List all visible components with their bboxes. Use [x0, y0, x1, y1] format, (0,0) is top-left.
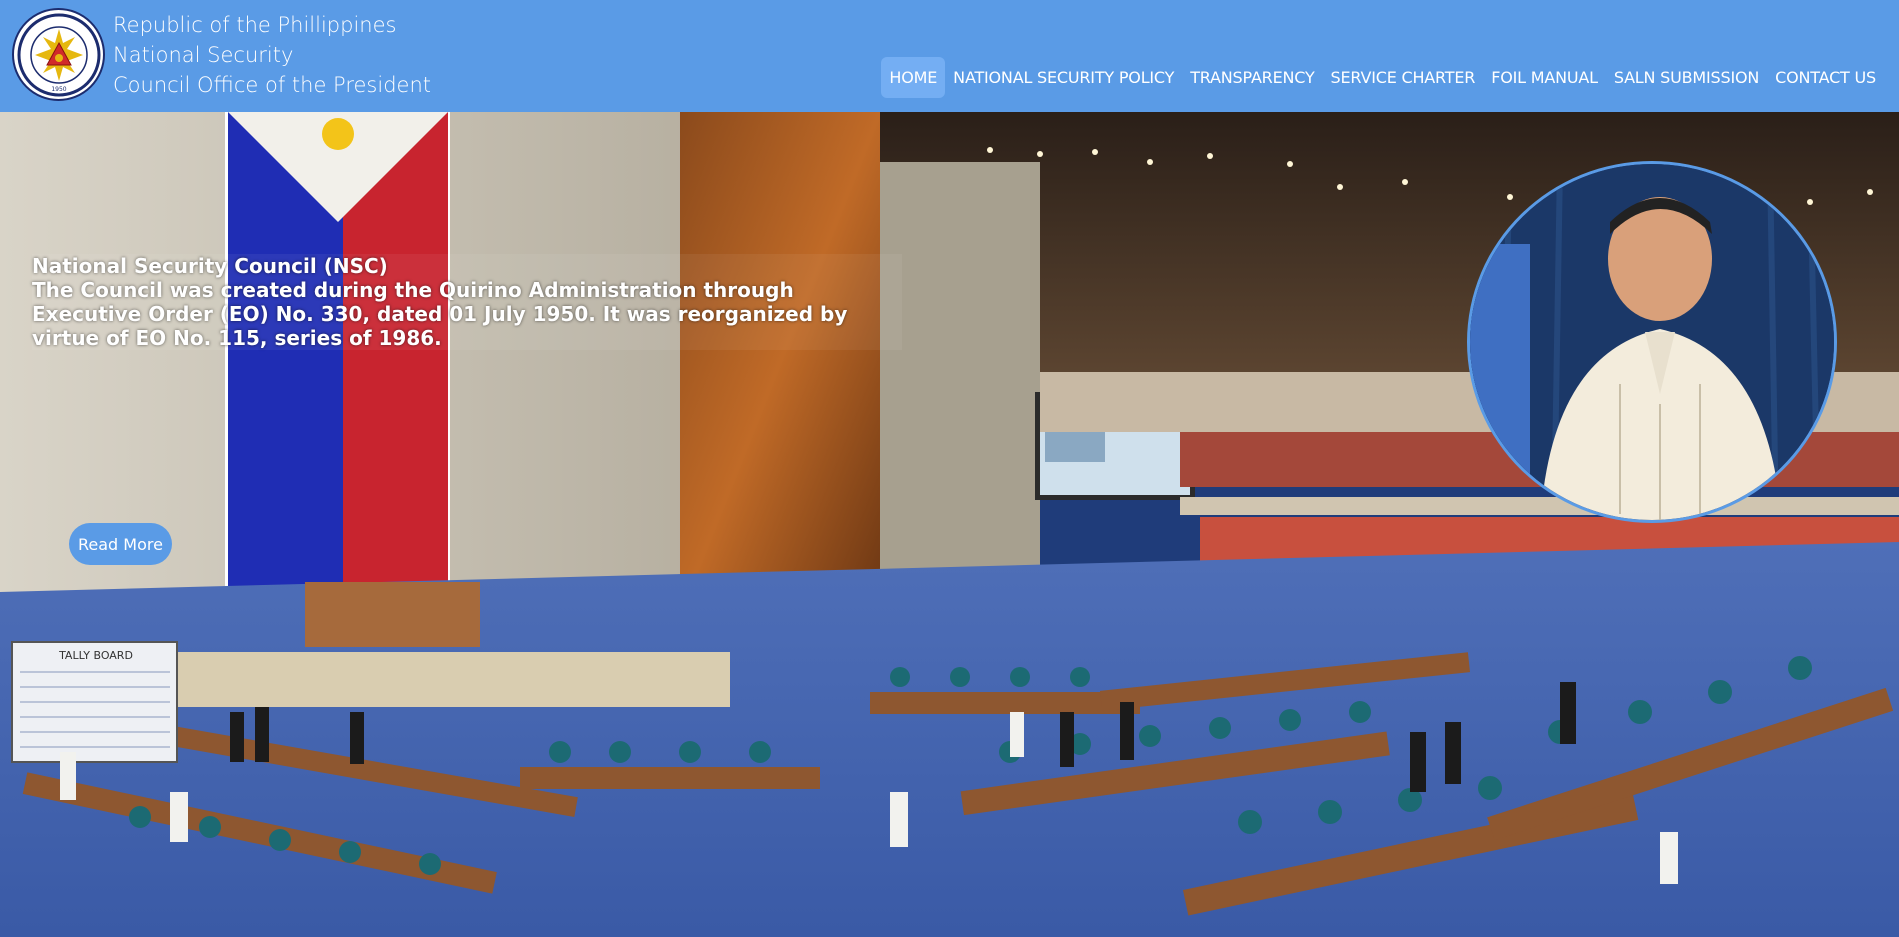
tally-board-text: TALLY BOARD	[58, 649, 133, 662]
site-title: Republic of the Phillippines National Se…	[113, 10, 431, 100]
site-header: 1950 Republic of the Phillippines Nation…	[0, 0, 1899, 112]
svg-text:1950: 1950	[51, 86, 66, 93]
brand[interactable]: 1950 Republic of the Phillippines Nation…	[12, 8, 431, 101]
hero-banner: TALLY BOARD National Security Council (N…	[0, 112, 1899, 937]
nav-transparency[interactable]: TRANSPARENCY	[1182, 57, 1322, 98]
nav-home[interactable]: HOME	[881, 57, 946, 98]
site-title-line-3: Council Office of the President	[113, 73, 432, 97]
nav-national-security-policy[interactable]: NATIONAL SECURITY POLICY	[945, 57, 1182, 98]
nav-contact-us[interactable]: CONTACT US	[1767, 57, 1884, 98]
hero-body: The Council was created during the Quiri…	[32, 278, 848, 350]
main-nav: HOME NATIONAL SECURITY POLICY TRANSPAREN…	[881, 57, 1884, 98]
nav-service-charter[interactable]: SERVICE CHARTER	[1323, 57, 1484, 98]
site-title-line-1: Republic of the Phillippines	[113, 13, 397, 37]
president-portrait	[1467, 161, 1837, 523]
nav-saln-submission[interactable]: SALN SUBMISSION	[1606, 57, 1767, 98]
hero-heading: National Security Council (NSC)	[32, 254, 388, 278]
hero-text: National Security Council (NSC) The Coun…	[32, 254, 902, 350]
site-title-line-2: National Security	[113, 43, 294, 67]
nav-foil-manual[interactable]: FOIL MANUAL	[1483, 57, 1606, 98]
read-more-button[interactable]: Read More	[69, 523, 172, 565]
nsc-seal-icon[interactable]: 1950	[12, 8, 105, 101]
